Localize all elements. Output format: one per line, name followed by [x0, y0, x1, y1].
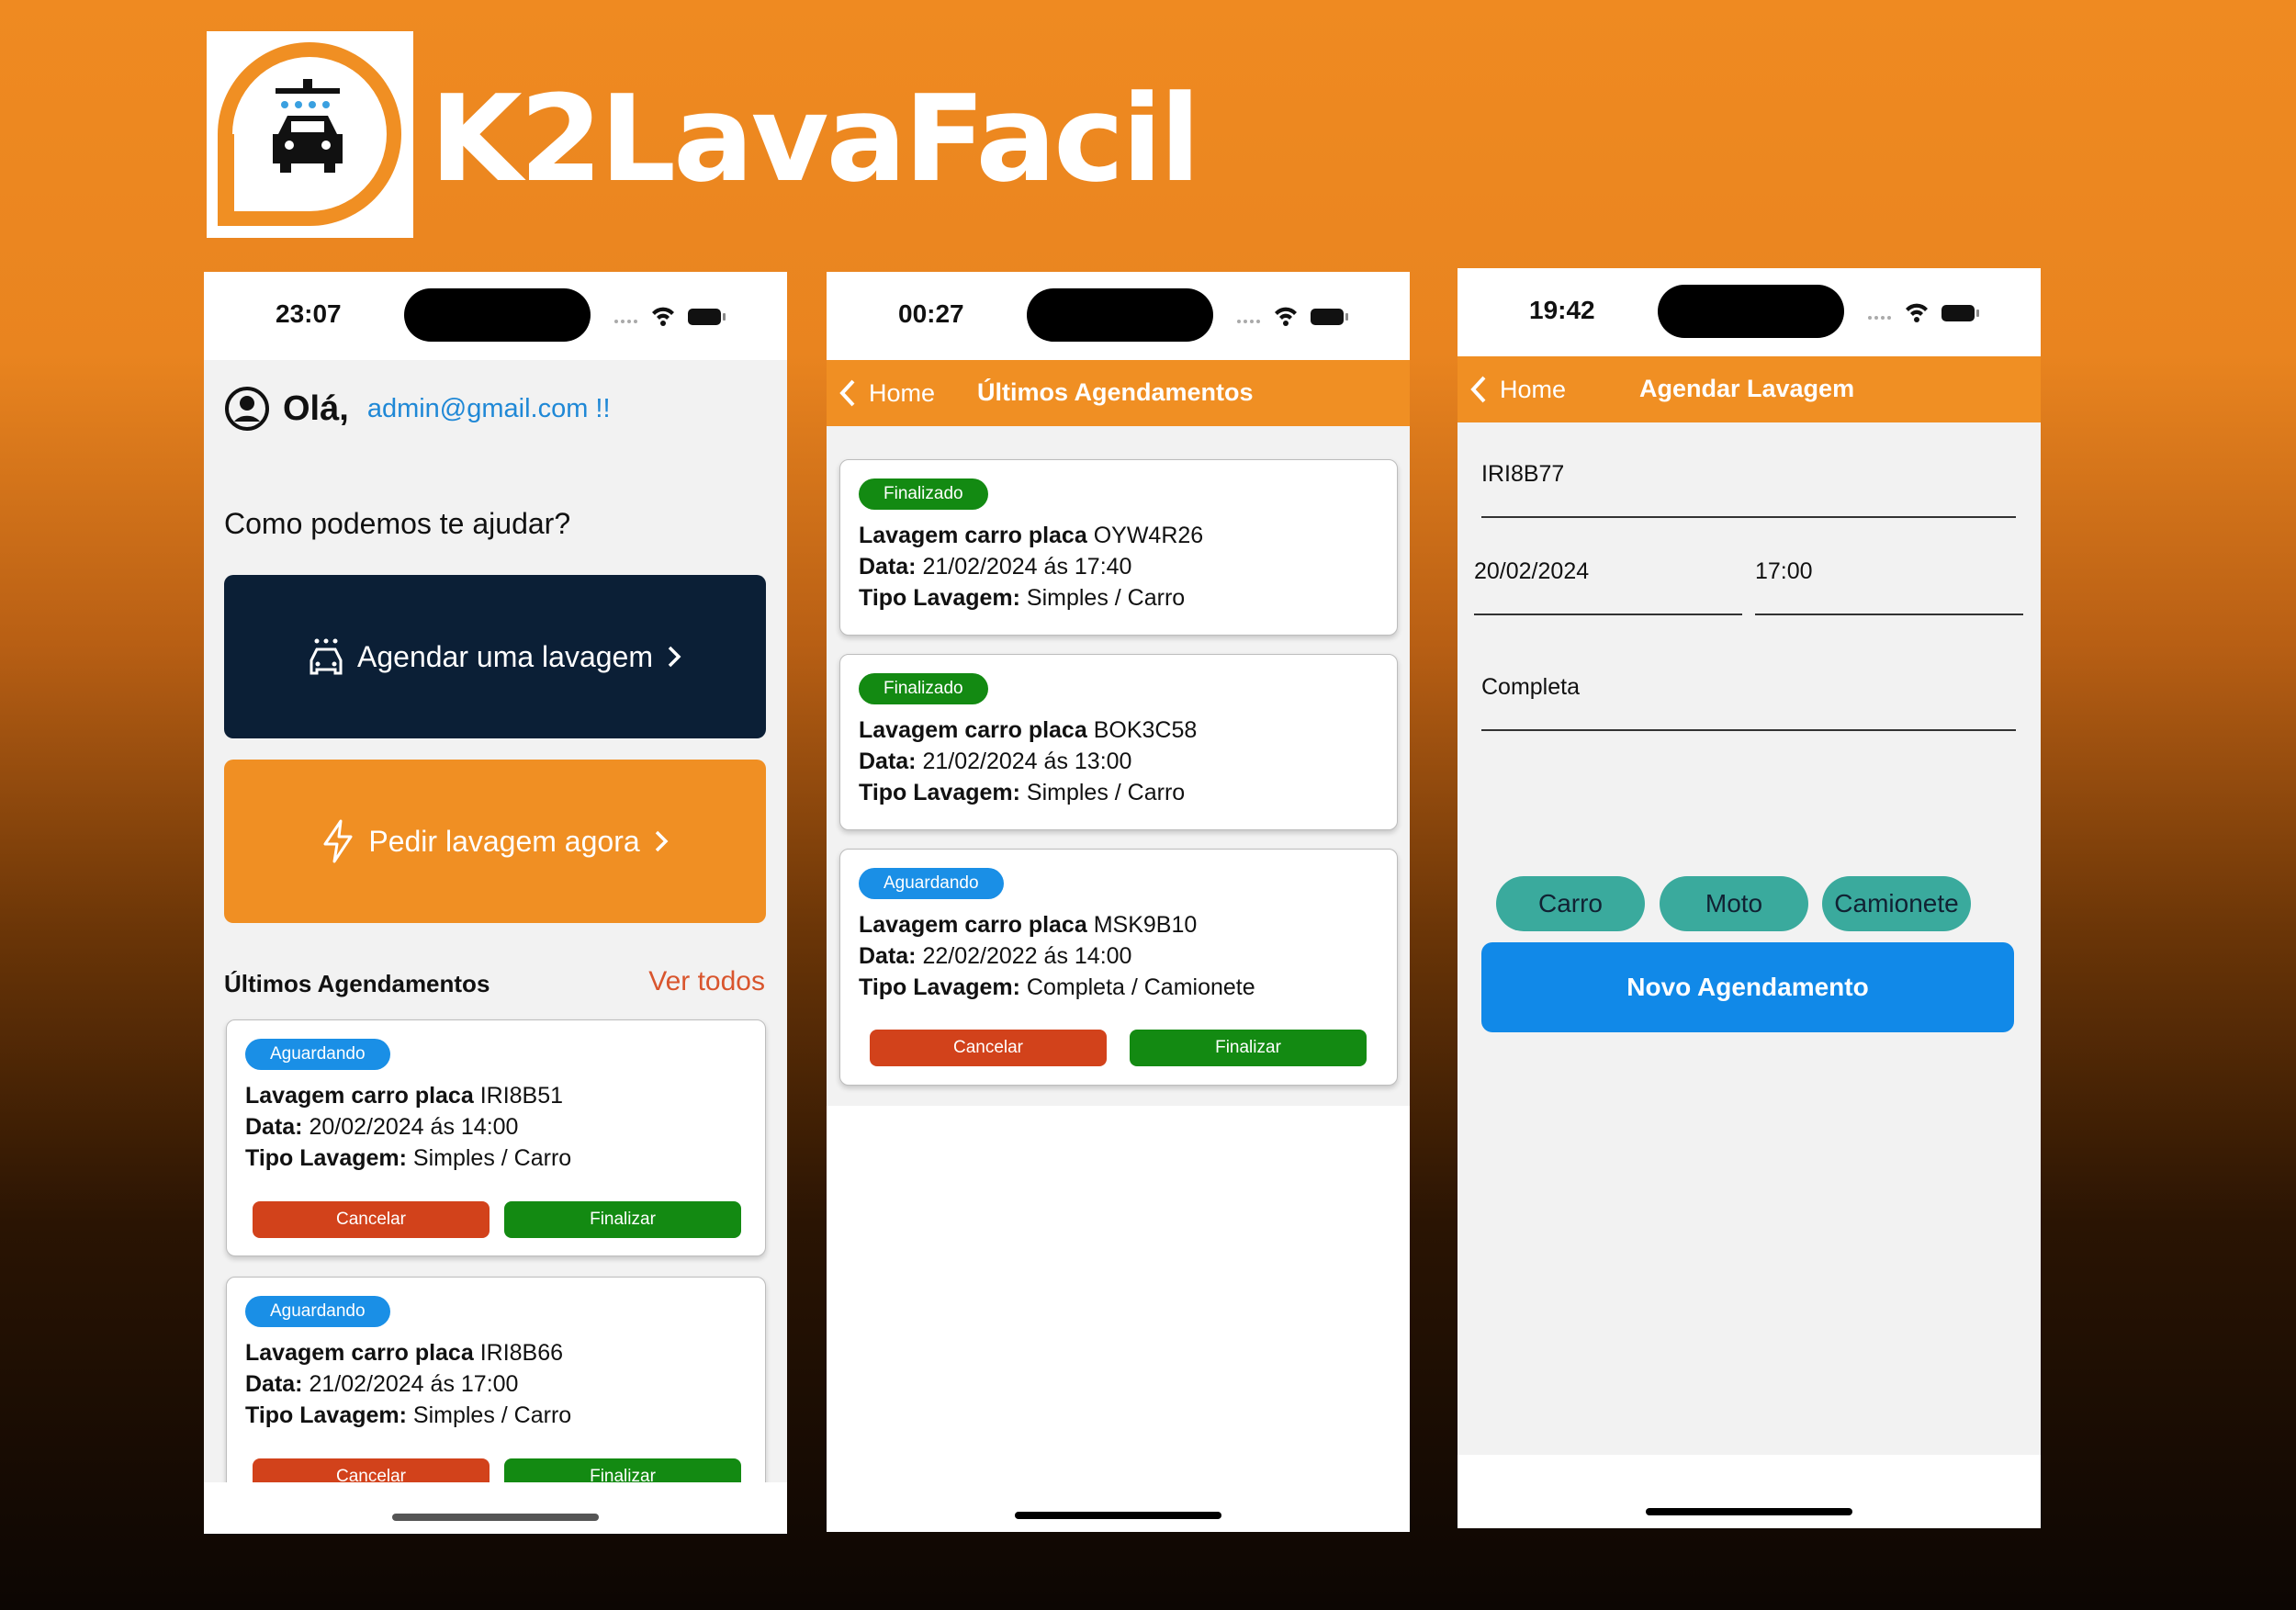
schedule-wash-label: Agendar uma lavagem: [357, 639, 653, 673]
chevron-left-icon: [1470, 376, 1486, 403]
recent-bookings-title: Últimos Agendamentos: [224, 970, 490, 997]
schedule-wash-button[interactable]: Agendar uma lavagem: [224, 575, 766, 738]
dynamic-island: [404, 288, 591, 342]
app-logo: [207, 31, 413, 238]
list-content: Home Últimos Agendamentos Finalizado Lav…: [827, 360, 1410, 1532]
home-indicator: [1015, 1512, 1221, 1519]
home-indicator: [392, 1514, 599, 1521]
home-indicator: [1646, 1508, 1852, 1515]
signal-wifi-battery-icon: [1237, 307, 1348, 326]
booking-type: Tipo Lavagem: Simples / Carro: [859, 585, 1186, 611]
time-field[interactable]: 17:00: [1755, 558, 1813, 585]
status-badge: Finalizado: [859, 478, 988, 510]
vehicle-option-car[interactable]: Carro: [1496, 876, 1645, 931]
status-time: 00:27: [898, 299, 964, 328]
app-name: K2LavaFacil: [430, 69, 1200, 208]
car-wash-logo-icon: [218, 42, 401, 226]
booking-type: Tipo Lavagem: Simples / Carro: [245, 1402, 572, 1428]
vehicle-option-pickup[interactable]: Camionete: [1822, 876, 1971, 931]
status-badge: Aguardando: [859, 868, 1004, 899]
status-bar: 00:27: [827, 272, 1410, 360]
nav-bar: Home Últimos Agendamentos: [827, 360, 1410, 426]
phone-home-screen: 23:07 Olá, admin@gmail.com !! Como podem…: [204, 272, 787, 1534]
see-all-link[interactable]: Ver todos: [648, 966, 765, 997]
wash-type-field[interactable]: Completa: [1481, 674, 1580, 701]
booking-card: Finalizado Lavagem carro placa BOK3C58 D…: [839, 654, 1398, 830]
signal-wifi-battery-icon: [614, 307, 726, 326]
status-time: 19:42: [1529, 296, 1595, 324]
back-button[interactable]: Home: [1469, 373, 1566, 406]
nav-title: Últimos Agendamentos: [977, 378, 1254, 406]
vehicle-option-moto[interactable]: Moto: [1660, 876, 1808, 931]
booking-card: Aguardando Lavagem carro placa IRI8B51 D…: [226, 1019, 766, 1256]
booking-plate: Lavagem carro placa OYW4R26: [859, 523, 1204, 548]
booking-date: Data: 21/02/2024 ás 17:00: [245, 1371, 519, 1397]
request-wash-now-button[interactable]: Pedir lavagem agora: [224, 760, 766, 923]
booking-date: Data: 21/02/2024 ás 17:40: [859, 554, 1132, 580]
signal-wifi-battery-icon: [1868, 303, 1979, 322]
booking-type: Tipo Lavagem: Simples / Carro: [245, 1145, 572, 1171]
status-badge: Finalizado: [859, 673, 988, 704]
date-field[interactable]: 20/02/2024: [1474, 558, 1589, 585]
car-wash-icon: [310, 638, 343, 675]
chevron-right-icon: [668, 646, 681, 668]
booking-plate: Lavagem carro placa MSK9B10: [859, 912, 1198, 938]
plate-field[interactable]: IRI8B77: [1481, 461, 1564, 488]
booking-date: Data: 21/02/2024 ás 13:00: [859, 749, 1132, 774]
status-time: 23:07: [276, 299, 342, 328]
status-bar: 23:07: [204, 272, 787, 360]
back-button[interactable]: Home: [838, 377, 935, 410]
chevron-left-icon: [839, 379, 855, 407]
finish-button[interactable]: Finalizar: [1130, 1030, 1367, 1066]
dynamic-island: [1027, 288, 1213, 342]
form-content: Home Agendar Lavagem IRI8B77 20/02/2024 …: [1458, 356, 2041, 1455]
booking-plate: Lavagem carro placa IRI8B51: [245, 1083, 564, 1109]
greeting-text: Olá,: [283, 388, 349, 428]
booking-date: Data: 20/02/2024 ás 14:00: [245, 1114, 519, 1140]
booking-card: Aguardando Lavagem carro placa IRI8B66 D…: [226, 1277, 766, 1514]
home-content: Olá, admin@gmail.com !! Como podemos te …: [204, 360, 787, 1514]
finish-button[interactable]: Finalizar: [504, 1201, 741, 1238]
booking-card: Finalizado Lavagem carro placa OYW4R26 D…: [839, 459, 1398, 636]
booking-plate: Lavagem carro placa IRI8B66: [245, 1340, 564, 1366]
phone-bookings-list-screen: 00:27 Home Últimos Agendamentos Finaliza…: [827, 272, 1410, 1532]
help-title: Como podemos te ajudar?: [224, 507, 571, 540]
user-avatar-icon[interactable]: [224, 386, 270, 432]
booking-date: Data: 22/02/2022 ás 14:00: [859, 943, 1132, 969]
phone-schedule-form-screen: 19:42 Home Agendar Lavagem IRI8B77 20/02…: [1458, 268, 2041, 1528]
cancel-button[interactable]: Cancelar: [253, 1201, 490, 1238]
nav-title: Agendar Lavagem: [1639, 375, 1855, 402]
chevron-right-icon: [655, 830, 669, 852]
lightning-icon: [323, 819, 353, 863]
nav-bar: Home Agendar Lavagem: [1458, 356, 2041, 422]
home-indicator-area: [204, 1482, 787, 1534]
plate-field-underline: [1481, 516, 2016, 518]
time-field-underline: [1755, 614, 2023, 615]
wash-type-field-underline: [1481, 729, 2016, 731]
booking-type: Tipo Lavagem: Completa / Camionete: [859, 974, 1255, 1000]
new-booking-button[interactable]: Novo Agendamento: [1481, 942, 2014, 1032]
status-bar: 19:42: [1458, 268, 2041, 356]
back-label: Home: [869, 378, 936, 407]
request-wash-now-label: Pedir lavagem agora: [368, 824, 640, 858]
user-email: admin@gmail.com !!: [366, 393, 611, 423]
status-badge: Aguardando: [245, 1039, 390, 1070]
greeting-row: Olá, admin@gmail.com !!: [224, 386, 611, 432]
cancel-button[interactable]: Cancelar: [870, 1030, 1107, 1066]
booking-card: Aguardando Lavagem carro placa MSK9B10 D…: [839, 849, 1398, 1086]
booking-type: Tipo Lavagem: Simples / Carro: [859, 780, 1186, 805]
back-label: Home: [1500, 375, 1567, 403]
dynamic-island: [1658, 285, 1844, 338]
date-field-underline: [1474, 614, 1742, 615]
status-badge: Aguardando: [245, 1296, 390, 1327]
booking-plate: Lavagem carro placa BOK3C58: [859, 717, 1198, 743]
